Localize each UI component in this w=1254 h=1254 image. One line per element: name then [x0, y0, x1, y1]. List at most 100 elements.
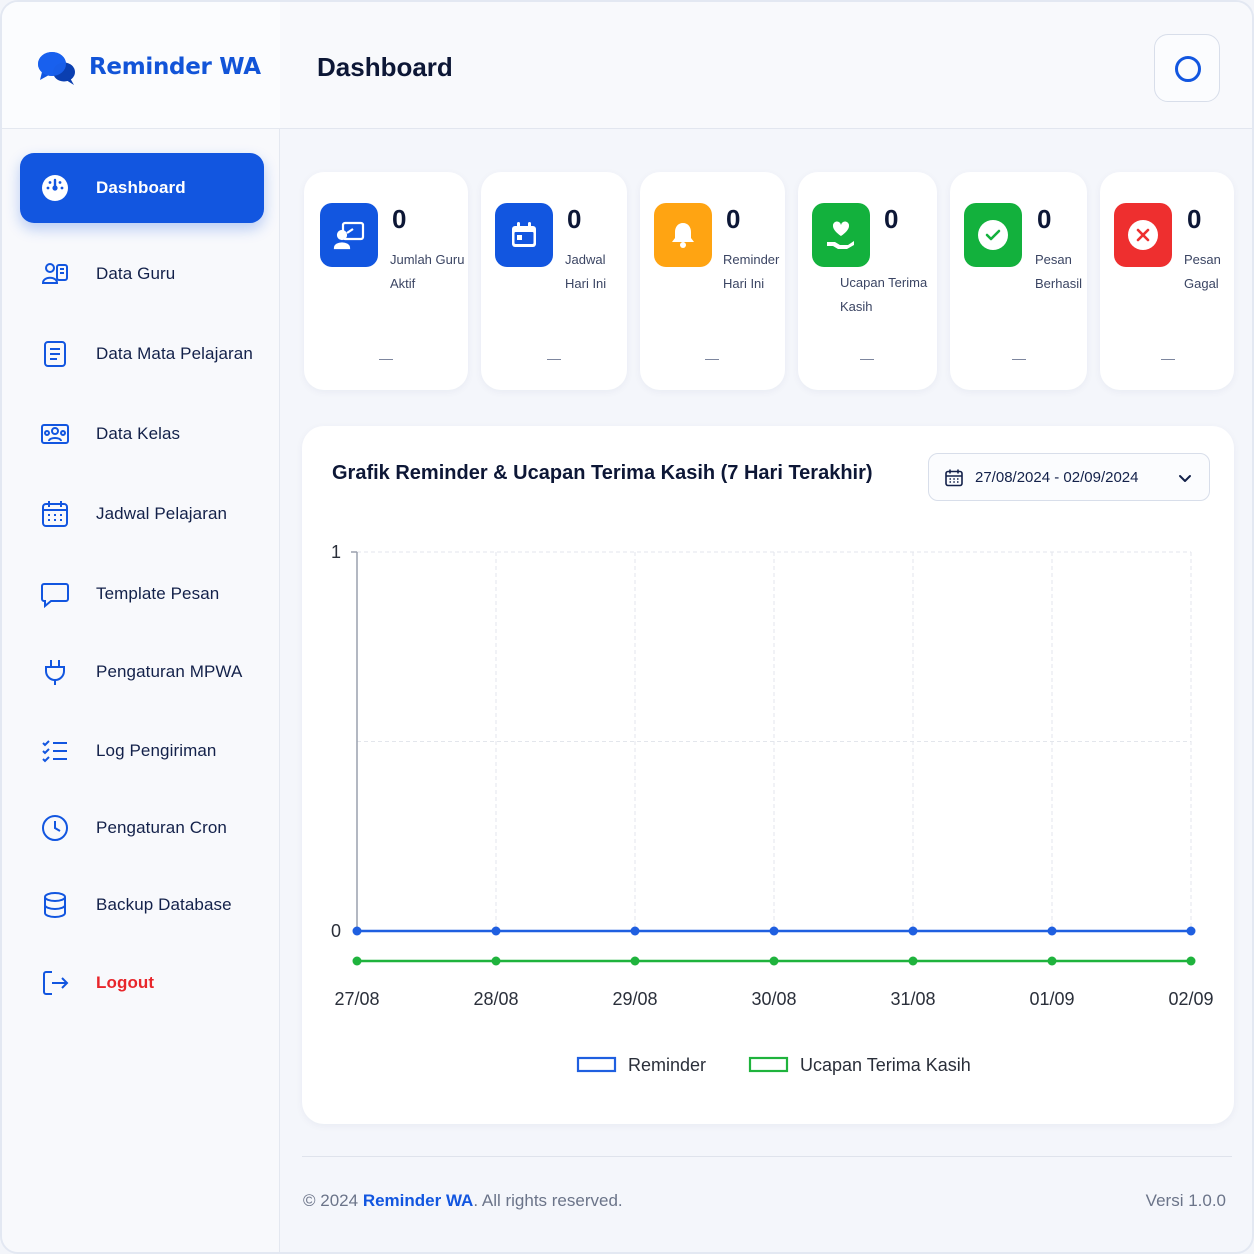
- sidebar-item-pengaturan-cron[interactable]: Pengaturan Cron: [20, 793, 264, 863]
- heart-hand-icon: [812, 203, 870, 267]
- x-tick-label: 31/08: [890, 989, 935, 1009]
- sidebar-item-dashboard[interactable]: Dashboard: [20, 153, 264, 223]
- data-point: [1047, 956, 1057, 966]
- stat-footer-dash: [1161, 358, 1175, 360]
- teacher-board-icon: [320, 203, 378, 267]
- x-tick-label: 29/08: [612, 989, 657, 1009]
- chat-bubbles-icon: [38, 52, 75, 85]
- date-range-value: 27/08/2024 - 02/09/2024: [975, 469, 1139, 486]
- page-title: Dashboard: [317, 52, 453, 82]
- sidebar-item-data-guru[interactable]: Data Guru: [20, 239, 264, 309]
- date-range-picker[interactable]: 27/08/2024 - 02/09/2024: [928, 453, 1210, 501]
- legend-swatch: [576, 1056, 617, 1073]
- sidebar-item-label: Pengaturan MPWA: [96, 662, 243, 681]
- rights-text: . All rights reserved.: [473, 1191, 623, 1210]
- stat-label: Jadwal Hari Ini: [565, 248, 606, 296]
- stat-card-jumlah-guru[interactable]: 0 Jumlah Guru Aktif: [304, 172, 468, 390]
- legend-swatch: [748, 1056, 789, 1073]
- clock-icon: [42, 815, 68, 841]
- stat-card-pesan-gagal[interactable]: 0 Pesan Gagal: [1100, 172, 1234, 390]
- sidebar-item-label: Data Guru: [96, 264, 176, 283]
- sidebar-item-template-pesan[interactable]: Template Pesan: [20, 559, 264, 629]
- y-tick-label: 0: [331, 921, 341, 941]
- dashboard-gauge-icon: [42, 175, 68, 201]
- legend-label: Reminder: [628, 1055, 706, 1075]
- stat-label-line: Jumlah Guru: [390, 252, 465, 267]
- sidebar-item-data-kelas[interactable]: Data Kelas: [20, 399, 264, 469]
- header-action-button[interactable]: [1154, 34, 1220, 102]
- stat-value: 0: [726, 204, 741, 234]
- stat-label: Pesan Gagal: [1184, 248, 1221, 296]
- document-list-icon: [44, 341, 66, 367]
- stat-value: 0: [1037, 204, 1052, 234]
- plug-icon: [45, 660, 65, 685]
- message-square-icon: [41, 583, 69, 609]
- logout-icon: [43, 971, 69, 995]
- stat-footer-dash: [705, 358, 719, 360]
- stat-value: 0: [567, 204, 582, 234]
- calendar-icon: [495, 203, 553, 267]
- sidebar-item-jadwal-pelajaran[interactable]: Jadwal Pelajaran: [20, 479, 264, 549]
- data-point: [908, 926, 918, 936]
- stat-label: Pesan Berhasil: [1035, 248, 1082, 296]
- x-tick-label: 28/08: [473, 989, 518, 1009]
- data-point: [491, 956, 501, 966]
- stat-label-line: Hari Ini: [723, 276, 765, 291]
- brand[interactable]: Reminder WA: [2, 2, 280, 129]
- stat-label: Ucapan Terima Kasih: [840, 271, 927, 319]
- stat-value: 0: [392, 204, 407, 234]
- footer-divider: [302, 1156, 1232, 1157]
- x-tick-label: 30/08: [751, 989, 796, 1009]
- copyright-year: © 2024: [303, 1191, 359, 1210]
- stat-value: 0: [1187, 204, 1202, 234]
- y-tick-label: 1: [331, 542, 341, 562]
- sidebar-item-backup-database[interactable]: Backup Database: [20, 870, 264, 940]
- stat-footer-dash: [860, 358, 874, 360]
- sidebar-item-label: Data Mata Pelajaran: [96, 344, 253, 363]
- calendar-icon: [945, 469, 963, 487]
- stat-label-line: Hari Ini: [565, 276, 607, 291]
- stat-card-ucapan[interactable]: 0 Ucapan Terima Kasih: [798, 172, 937, 390]
- stat-footer-dash: [379, 358, 393, 360]
- footer-brand-link[interactable]: Reminder WA: [363, 1191, 474, 1210]
- calendar-icon: [42, 501, 68, 527]
- data-point: [630, 956, 640, 966]
- top-header: Dashboard: [280, 2, 1252, 129]
- sidebar-item-data-mata-pelajaran[interactable]: Data Mata Pelajaran: [20, 319, 264, 389]
- data-point: [908, 956, 918, 966]
- stat-value: 0: [884, 204, 899, 234]
- sidebar-item-log-pengiriman[interactable]: Log Pengiriman: [20, 716, 264, 786]
- sidebar-item-logout[interactable]: Logout: [20, 948, 264, 1018]
- checklist-icon: [42, 740, 67, 763]
- stat-label-line: Kasih: [840, 299, 873, 314]
- stat-card-pesan-berhasil[interactable]: 0 Pesan Berhasil: [950, 172, 1087, 390]
- sidebar-item-label: Log Pengiriman: [96, 741, 217, 760]
- stat-label-line: Pesan: [1035, 252, 1072, 267]
- sidebar-item-label: Jadwal Pelajaran: [96, 504, 228, 523]
- stat-card-jadwal[interactable]: 0 Jadwal Hari Ini: [481, 172, 627, 390]
- stat-footer-dash: [547, 358, 561, 360]
- sidebar-item-pengaturan-mpwa[interactable]: Pengaturan MPWA: [20, 637, 264, 707]
- data-point: [352, 956, 362, 966]
- sidebar-item-label: Logout: [96, 973, 155, 992]
- sidebar-item-label: Pengaturan Cron: [96, 818, 227, 837]
- data-point: [1186, 926, 1196, 936]
- brand-name: Reminder WA: [89, 54, 261, 80]
- data-point: [491, 926, 501, 936]
- chevron-down-icon: [1179, 475, 1191, 482]
- stat-label-line: Reminder: [723, 252, 780, 267]
- data-point: [769, 926, 779, 936]
- teacher-icon: [41, 263, 68, 284]
- data-point: [769, 956, 779, 966]
- footer-version: Versi 1.0.0: [1145, 1191, 1226, 1210]
- data-point: [352, 926, 362, 936]
- stat-footer-dash: [1012, 358, 1026, 360]
- sidebar: Reminder WA Dashboard Data Guru Data Mat…: [2, 2, 280, 1252]
- data-point: [1186, 956, 1196, 966]
- stat-label-line: Ucapan Terima: [840, 275, 928, 290]
- x-tick-label: 02/09: [1168, 989, 1213, 1009]
- data-point: [1047, 926, 1057, 936]
- stat-label-line: Berhasil: [1035, 276, 1082, 291]
- stat-card-reminder[interactable]: 0 Reminder Hari Ini: [640, 172, 785, 390]
- stat-label: Jumlah Guru Aktif: [390, 248, 464, 296]
